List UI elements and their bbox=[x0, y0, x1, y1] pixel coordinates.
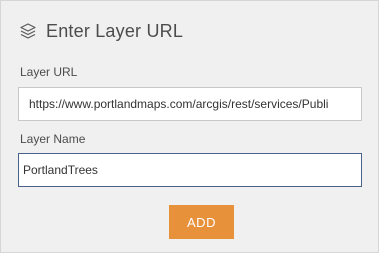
enter-layer-url-panel: Enter Layer URL Layer URL Layer Name ADD bbox=[0, 0, 379, 253]
layer-name-input[interactable] bbox=[18, 153, 362, 187]
layers-icon bbox=[19, 22, 37, 40]
panel-header: Enter Layer URL bbox=[19, 18, 183, 44]
layer-url-input[interactable] bbox=[18, 87, 362, 121]
add-button[interactable]: ADD bbox=[169, 205, 234, 239]
layer-url-label: Layer URL bbox=[20, 65, 78, 79]
layer-name-label: Layer Name bbox=[20, 132, 86, 146]
panel-title: Enter Layer URL bbox=[46, 20, 184, 41]
